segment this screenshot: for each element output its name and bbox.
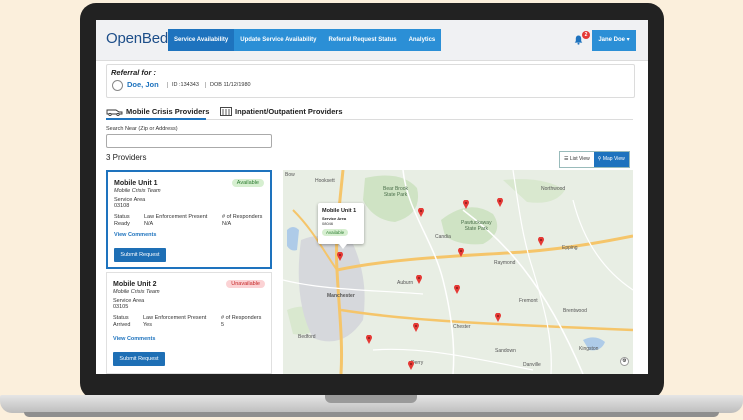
map-pin-icon[interactable] — [497, 198, 503, 207]
map-town-hooksett: Hooksett — [315, 178, 335, 184]
popup-tail — [339, 244, 347, 249]
nav-tab-service-availability[interactable]: Service Availability — [168, 29, 235, 51]
map-view-button[interactable]: ⚲ Map View — [593, 152, 629, 167]
map-pin-icon[interactable] — [416, 275, 422, 284]
map-pin-icon[interactable] — [538, 237, 544, 246]
map-town-epping: Epping — [562, 245, 578, 251]
referral-title: Referral for : — [111, 68, 157, 77]
patient-id: ID :134343 — [167, 82, 199, 88]
map-town-brentwood: Brentwood — [563, 308, 587, 314]
ambulance-icon — [106, 109, 123, 116]
submit-request-button[interactable]: Submit Request — [113, 352, 165, 366]
map-pin-icon[interactable] — [454, 285, 460, 294]
nav-tabs: Service Availability Update Service Avai… — [168, 29, 442, 51]
provider-name: Mobile Unit 1 — [114, 180, 158, 187]
map-background — [283, 170, 633, 374]
service-area-value: 03105 — [113, 304, 129, 310]
popup-status-badge: Available — [322, 229, 349, 236]
map-town-bedford: Bedford — [298, 334, 316, 340]
status-badge: Unavailable — [226, 280, 265, 288]
provider-team: Mobile Crisis Team — [113, 289, 160, 295]
map-pin-icon[interactable] — [418, 208, 424, 217]
map-pin-icon[interactable] — [337, 252, 343, 261]
service-area-value: 03108 — [114, 203, 130, 209]
providers-count: 3 Providers — [106, 153, 147, 162]
laptop-bottom — [24, 412, 719, 417]
status-label: Status — [114, 214, 130, 220]
responders-label: # of Responders — [222, 214, 263, 220]
popup-title: Mobile Unit 1 — [322, 208, 357, 214]
map-label-pawtuckaway: Pawtuckaway State Park — [461, 220, 492, 232]
map-town-raymond: Raymond — [494, 260, 516, 266]
map-town-danville: Danville — [523, 362, 541, 368]
active-tab-indicator — [106, 118, 206, 120]
tab-mobile-crisis-providers[interactable]: Mobile Crisis Providers — [126, 107, 209, 116]
responders-label: # of Responders — [221, 315, 262, 321]
map-pin-icon[interactable] — [495, 313, 501, 322]
map-town-kingston: Kingston — [579, 346, 599, 352]
map-pin-icon[interactable] — [463, 200, 469, 209]
view-comments-link[interactable]: View Comments — [113, 336, 155, 342]
patient-dob: DOB 11/12/1980 — [205, 82, 251, 88]
search-input[interactable] — [106, 134, 272, 148]
map-pin-icon[interactable] — [408, 361, 414, 370]
provider-list: Mobile Unit 1 Mobile Crisis Team Availab… — [106, 170, 274, 374]
map-town-bow: Bow — [285, 172, 295, 178]
patient-name-link[interactable]: Doe, Jon — [127, 80, 159, 89]
top-nav: OpenBeds® Service Availability Update Se… — [96, 20, 648, 61]
avatar — [112, 80, 123, 91]
map-settings-icon[interactable]: ⚙ — [620, 357, 629, 366]
status-label: Status — [113, 315, 129, 321]
nav-tab-update-service-availability[interactable]: Update Service Availability — [234, 29, 323, 51]
responders-value: N/A — [222, 221, 232, 227]
nav-tab-referral-request-status[interactable]: Referral Request Status — [322, 29, 403, 51]
laptop-base — [0, 395, 743, 420]
notification-badge: 2 — [582, 31, 590, 39]
list-view-button[interactable]: ☰ List View — [560, 152, 594, 167]
map-town-sandown: Sandown — [495, 348, 516, 354]
status-value: Arrived — [113, 322, 131, 328]
law-enforcement-label: Law Enforcement Present — [144, 214, 208, 220]
map-pin-icon[interactable] — [366, 335, 372, 344]
law-enforcement-value: Yes — [143, 322, 152, 328]
map-town-chester: Chester — [453, 324, 471, 330]
search-label: Search Near (Zip or Address) — [106, 126, 178, 132]
map-pin-icon[interactable] — [413, 323, 419, 332]
map-pin-icon[interactable] — [458, 248, 464, 257]
status-value: Ready — [114, 221, 130, 227]
law-enforcement-label: Law Enforcement Present — [143, 315, 207, 321]
map-town-manchester: Manchester — [327, 293, 355, 299]
map-town-auburn: Auburn — [397, 280, 414, 286]
view-comments-link[interactable]: View Comments — [114, 232, 156, 238]
map-view-label: Map View — [602, 156, 625, 162]
app-screen: OpenBeds® Service Availability Update Se… — [96, 20, 648, 374]
submit-request-button[interactable]: Submit Request — [114, 248, 166, 262]
popup-zip: 08046 — [322, 221, 334, 226]
tab-inpatient-outpatient-providers[interactable]: Inpatient/Outpatient Providers — [235, 107, 343, 116]
user-menu-button[interactable]: Jane Doe ▾ — [592, 30, 636, 51]
map-popup[interactable]: Mobile Unit 1 Service Area 08046 Availab… — [318, 203, 364, 244]
responders-value: 5 — [221, 322, 225, 328]
provider-name: Mobile Unit 2 — [113, 281, 157, 288]
provider-card[interactable]: Mobile Unit 1 Mobile Crisis Team Availab… — [106, 170, 272, 269]
view-toggle: ☰ List View ⚲ Map View — [559, 151, 630, 168]
laptop-notch — [325, 395, 417, 403]
map-town-northwood: Northwood — [541, 186, 566, 192]
provider-map[interactable]: Bear Brook State Park Pawtuckaway State … — [283, 170, 633, 374]
nav-tab-analytics[interactable]: Analytics — [402, 29, 442, 51]
hospital-icon — [220, 107, 232, 116]
provider-card[interactable]: Mobile Unit 2 Mobile Crisis Team Unavail… — [106, 272, 272, 374]
map-label-bear-brook: Bear Brook State Park — [383, 186, 409, 198]
logo-text: OpenBeds — [106, 30, 176, 47]
map-town-candia: Candia — [435, 234, 451, 240]
status-badge: Available — [231, 179, 264, 187]
map-town-fremont: Fremont — [519, 298, 538, 304]
list-view-label: List View — [569, 156, 590, 162]
law-enforcement-value: N/A — [144, 221, 154, 227]
provider-team: Mobile Crisis Team — [114, 188, 161, 194]
referral-panel: Referral for : Doe, Jon ID :134343 DOB 1… — [106, 64, 635, 98]
